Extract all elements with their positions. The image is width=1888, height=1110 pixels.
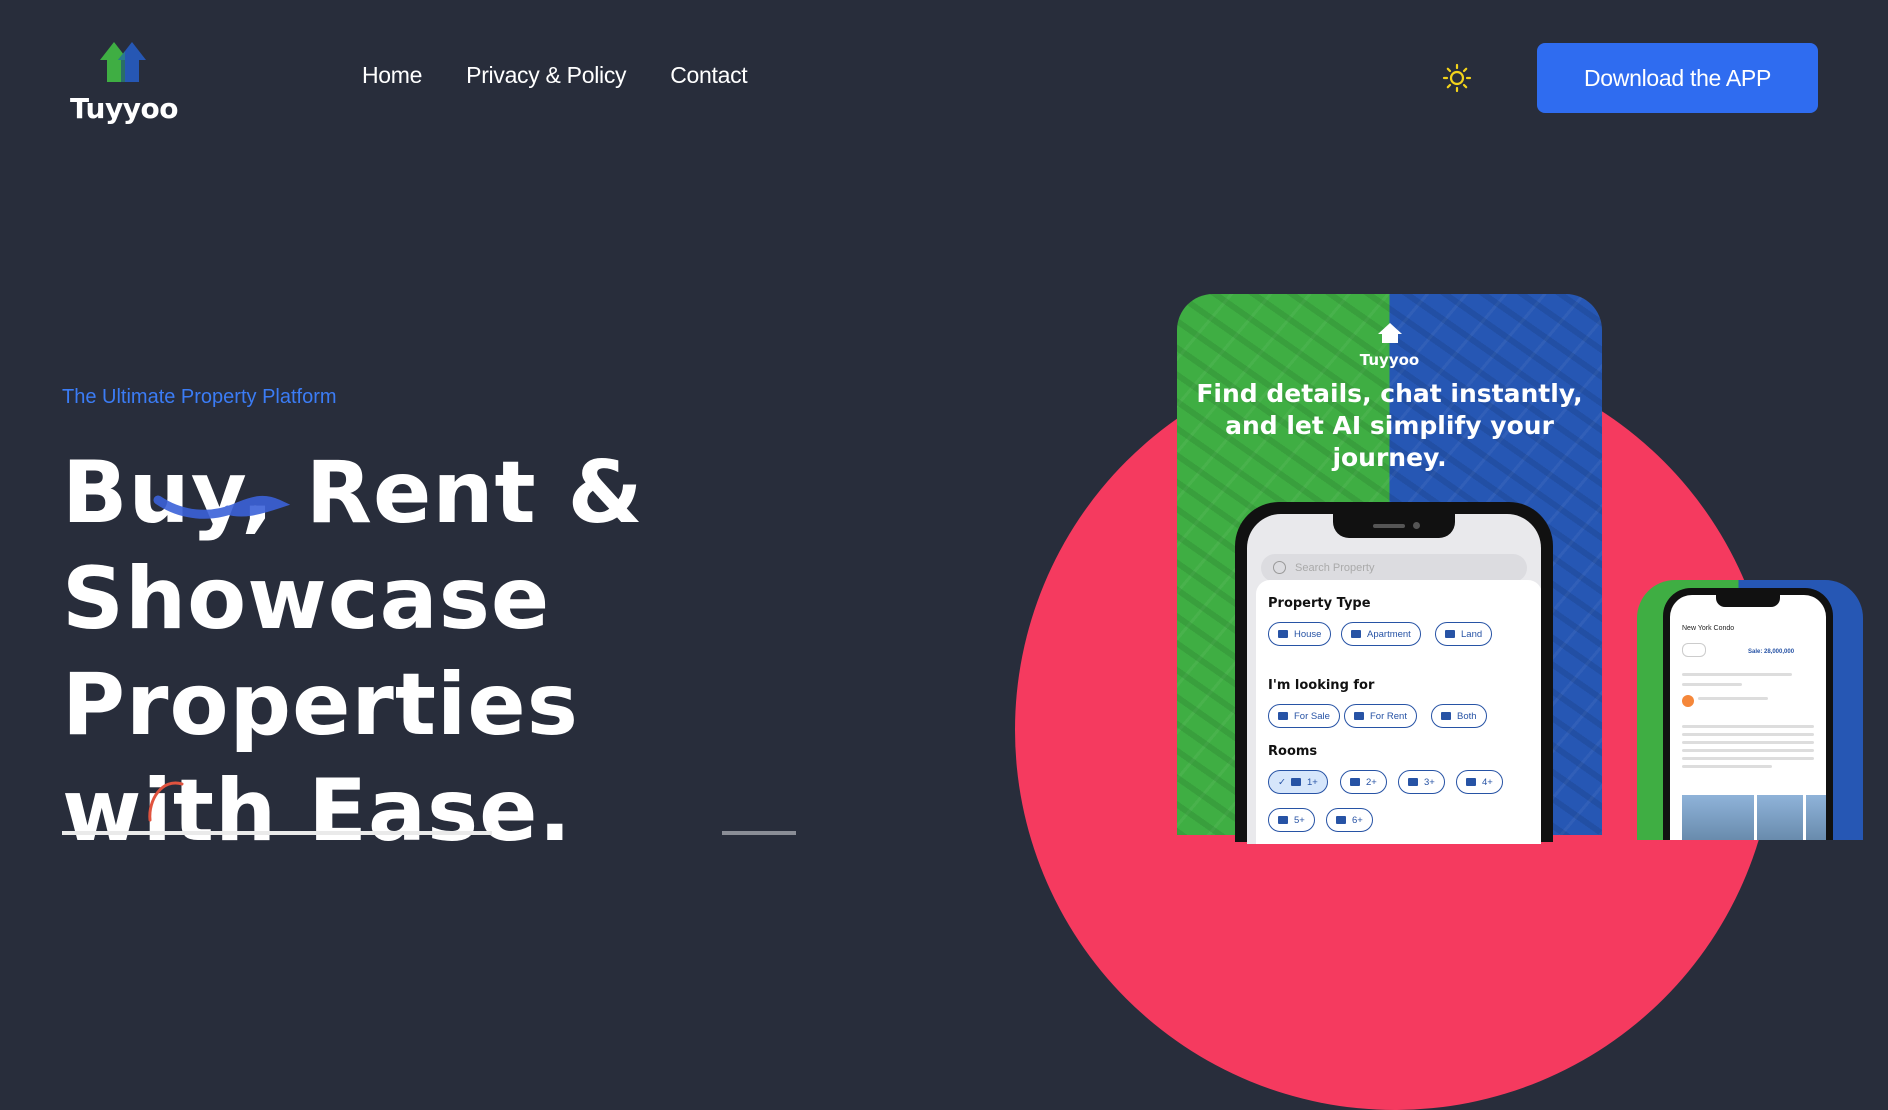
listing-title: New York Condo [1682, 625, 1735, 632]
search-placeholder: Search Property [1295, 562, 1375, 574]
sun-icon[interactable] [1442, 63, 1472, 93]
horizontal-scrollbar[interactable] [722, 831, 796, 835]
download-app-button[interactable]: Download the APP [1537, 43, 1818, 113]
text-line [1682, 757, 1814, 760]
phone-notch [1333, 514, 1455, 538]
brand-logo[interactable]: Tuyyoo [70, 40, 180, 125]
nav-privacy-policy[interactable]: Privacy & Policy [466, 62, 626, 89]
nav-contact[interactable]: Contact [670, 62, 747, 89]
house-icon [1377, 323, 1402, 343]
card-brand: Tuyyoo [1359, 351, 1420, 369]
chip-label: For Rent [1370, 710, 1407, 722]
text-line [1682, 733, 1814, 736]
main-nav: Home Privacy & Policy Contact [362, 62, 791, 89]
chip-rooms-2[interactable]: 2+ [1340, 770, 1387, 794]
chip-label: For Sale [1294, 710, 1330, 722]
bed-icon [1278, 816, 1288, 824]
chip-label: 1+ [1306, 776, 1318, 788]
phone2-screen: New York Condo Sale: 28,000,000 [1670, 595, 1826, 840]
chip-label: 3+ [1424, 776, 1435, 788]
looking-for-label: I'm looking for [1268, 678, 1375, 693]
chip-for-rent[interactable]: For Rent [1344, 704, 1417, 728]
hero-title-line-2: Showcase [62, 549, 551, 649]
chip-rooms-4[interactable]: 4+ [1456, 770, 1503, 794]
brand-name: Tuyyoo [70, 92, 178, 125]
search-icon [1273, 561, 1286, 574]
bed-icon [1466, 778, 1476, 786]
chip-label: 6+ [1352, 814, 1363, 826]
building-icon [1351, 630, 1361, 638]
check-icon: ✓ [1278, 776, 1286, 788]
phone2-frame: New York Condo Sale: 28,000,000 [1663, 588, 1833, 840]
chip-label: 2+ [1366, 776, 1377, 788]
house-icon [1354, 712, 1364, 720]
phone2-notch [1716, 595, 1780, 607]
land-icon [1445, 630, 1455, 638]
chip-apartment[interactable]: Apartment [1341, 622, 1421, 646]
listing-price: Sale: 28,000,000 [1748, 649, 1795, 655]
card-headline-line-2: and let AI simplify your journey. [1225, 411, 1554, 472]
chip-house[interactable]: House [1268, 622, 1332, 646]
property-type-label: Property Type [1268, 596, 1371, 611]
bed-icon [1290, 778, 1301, 786]
phone-screen: Search Property Property Type House Apar… [1247, 514, 1541, 844]
bed-icon [1336, 816, 1346, 824]
card-headline: Find details, chat instantly, and let AI… [1177, 378, 1602, 474]
chip-rooms-6[interactable]: 6+ [1326, 808, 1373, 832]
heart-icon[interactable] [1682, 643, 1706, 657]
hero-title: Buy, Rent & Showcase Properties with Eas… [62, 440, 682, 864]
tag-icon [1278, 712, 1288, 720]
hero-tagline: The Ultimate Property Platform [62, 386, 337, 408]
text-line [1682, 673, 1792, 676]
hero-title-line-4: with Ease. [62, 761, 573, 861]
filter-sheet: Property Type House Apartment Land I'm l… [1256, 580, 1541, 844]
secondary-phone-mockup: New York Condo Sale: 28,000,000 [1637, 580, 1863, 840]
hero-title-line-3: Properties [62, 655, 579, 755]
bed-icon [1350, 778, 1360, 786]
card-logo: Tuyyoo [1177, 322, 1602, 369]
hero-title-line-1: Buy, Rent & [62, 443, 644, 543]
chip-label: House [1294, 628, 1322, 640]
listing-photo[interactable] [1682, 795, 1754, 840]
chip-rooms-5[interactable]: 5+ [1268, 808, 1315, 832]
listing-photo[interactable] [1806, 795, 1826, 840]
text-line [1682, 741, 1814, 744]
chip-rooms-3[interactable]: 3+ [1398, 770, 1445, 794]
chip-label: 4+ [1482, 776, 1493, 788]
both-icon [1441, 712, 1451, 720]
chip-for-sale[interactable]: For Sale [1268, 704, 1340, 728]
card-headline-line-1: Find details, chat instantly, [1196, 379, 1583, 408]
text-line [1682, 749, 1814, 752]
chip-label: Apartment [1367, 628, 1411, 640]
chip-label: Land [1461, 628, 1483, 640]
chip-label: Both [1457, 710, 1477, 722]
listing-photo[interactable] [1757, 795, 1803, 840]
chip-rooms-1[interactable]: ✓ 1+ [1268, 770, 1328, 794]
avatar [1682, 695, 1694, 707]
house-logo-icon [100, 42, 146, 82]
search-input[interactable]: Search Property [1261, 554, 1527, 582]
text-line [1698, 697, 1768, 700]
house-icon [1278, 630, 1288, 638]
chip-label: 5+ [1294, 814, 1305, 826]
hero-underline [62, 831, 492, 835]
chip-land[interactable]: Land [1435, 622, 1493, 646]
rooms-label: Rooms [1268, 744, 1318, 759]
bed-icon [1408, 778, 1418, 786]
text-line [1682, 725, 1814, 728]
text-line [1682, 683, 1742, 686]
nav-home[interactable]: Home [362, 62, 422, 89]
text-line [1682, 765, 1772, 768]
chip-both[interactable]: Both [1431, 704, 1487, 728]
phone-mockup: Search Property Property Type House Apar… [1235, 502, 1553, 844]
